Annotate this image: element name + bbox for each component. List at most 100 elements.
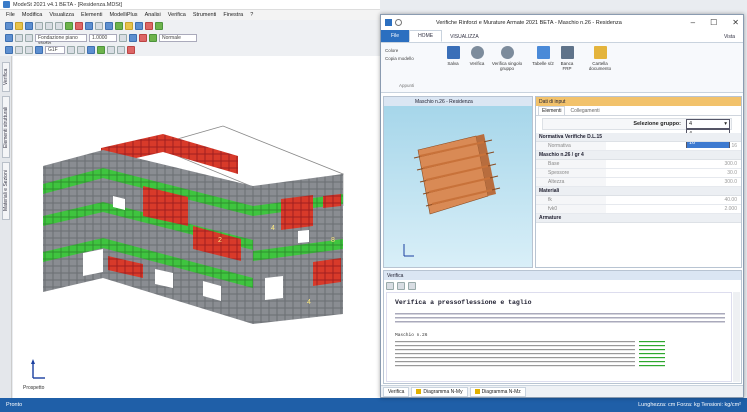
view-mode-select[interactable]: Normale [159,34,197,42]
select-icon[interactable] [95,22,103,30]
minimize-button[interactable]: – [691,18,695,27]
menu-elementi[interactable]: Elementi [81,12,102,18]
vtab-elementi-strutturali[interactable]: Elementi strutturali [2,96,10,158]
level-icon[interactable] [5,34,13,42]
measure-icon[interactable] [117,46,125,54]
menu-file[interactable]: File [6,12,15,18]
preview-canvas[interactable] [384,106,532,267]
ribbon-vista-menu[interactable]: Vista [716,32,743,42]
level-select[interactable]: 1.0000 [89,34,117,42]
report-scrollbar[interactable] [733,292,740,382]
run-icon[interactable] [115,22,123,30]
bottom-tab-diagram-nmz-label: Diagramma N-Mz [481,388,521,395]
wall-reinforcement-drawing [403,134,501,257]
combination-select[interactable]: G1F [45,46,65,54]
section-icon[interactable] [107,46,115,54]
main-title-bar: ModeSt 2021 v4.1 BETA - [Residenza.MDSt] [0,0,380,10]
category-maschio[interactable]: Maschio n.26 / gr 4 [536,151,741,160]
ribbon-tab-visualizza[interactable]: VISUALIZZA [442,32,487,42]
group-selector-label: Selezione gruppo: [633,121,681,127]
zoom-window-icon[interactable] [5,46,13,54]
group-select[interactable]: 4 ▾ [686,119,730,129]
menu-modelliplus[interactable]: ModelliPlus [109,12,137,18]
property-row[interactable]: fk 40.00 [536,196,741,205]
ribbon-tab-file[interactable]: File [381,30,410,42]
gear-icon [500,46,514,59]
ribbon-tab-home[interactable]: HOME [409,30,443,42]
view-side-icon[interactable] [77,46,85,54]
property-value: 16 [731,143,737,149]
render-icon[interactable] [149,34,157,42]
rotate-icon[interactable] [25,46,33,54]
export-icon[interactable] [408,282,416,290]
results-icon[interactable] [127,46,135,54]
frp-bank-button[interactable]: Banca FRP [556,46,578,71]
bottom-tab-verifica[interactable]: Verifica [383,386,410,397]
cut-icon[interactable] [45,22,53,30]
verify-button[interactable]: Verifica [466,46,488,66]
help-icon[interactable] [125,22,133,30]
view-front-icon[interactable] [67,46,75,54]
tab-collegamenti[interactable]: Collegamenti [567,107,602,115]
svg-text:4: 4 [307,299,311,306]
floor-select[interactable]: Fondazione piano stadio [35,34,87,47]
close-button[interactable]: ✕ [732,18,739,27]
element-icon[interactable] [65,22,73,30]
category-normativa[interactable]: Normativa Verifiche D.L.15 [536,133,741,142]
bottom-tab-diagram-nmy[interactable]: Diagramma N-My [411,386,468,397]
category-materiali[interactable]: Materiali [536,187,741,196]
save-button[interactable]: Salva [443,46,463,66]
delete-icon[interactable] [75,22,83,30]
floor-up-icon[interactable] [15,34,23,42]
vtab-materiali[interactable]: Materiali e Sezioni [2,162,10,220]
new-file-icon[interactable] [5,22,13,30]
zoom-in-icon[interactable] [129,34,137,42]
tables-button[interactable]: Tabelle s/2 [532,46,554,66]
save-icon[interactable] [25,22,33,30]
menu-modifica[interactable]: Modifica [22,12,42,18]
zoom-fit-icon[interactable] [119,34,127,42]
property-row[interactable]: fvk0 2.000 [536,205,741,214]
check-icon[interactable] [155,22,163,30]
layer-icon[interactable] [139,34,147,42]
input-panel-title: Dati di input [539,98,566,105]
menu-finestra[interactable]: Finestra [223,12,243,18]
category-armature[interactable]: Armature [536,214,741,223]
property-row[interactable]: Spessore 30.0 [536,169,741,178]
report-viewer[interactable]: Verifica a pressoflessione e taglio Masc… [386,292,732,382]
view-3d-icon[interactable] [105,22,113,30]
menu-help[interactable]: ? [250,12,253,18]
menu-analisi[interactable]: Analisi [145,12,161,18]
property-row[interactable]: Altezza 300.0 [536,178,741,187]
vtab-verifica[interactable]: Verifica [2,62,10,92]
document-folder-button[interactable]: Cartella documento [583,46,617,71]
zoom-all-icon[interactable] [35,46,43,54]
stop-icon[interactable] [145,22,153,30]
copy-icon[interactable] [55,22,63,30]
menu-visualizza[interactable]: Visualizza [49,12,74,18]
model-viewport[interactable]: 2 4 4 8 Prospetto [13,56,383,398]
menu-verifica[interactable]: Verifica [168,12,186,18]
tab-elementi[interactable]: Elementi [538,106,566,115]
print-icon[interactable] [35,22,43,30]
menu-strumenti[interactable]: Strumenti [193,12,217,18]
view-iso-icon[interactable] [97,46,105,54]
copy-model-command[interactable]: Copia modello [385,55,414,63]
property-row[interactable]: Normativa 16 [536,142,741,151]
save-label: Salva [447,61,459,66]
view-top-icon[interactable] [87,46,95,54]
settings-icon[interactable] [386,282,394,290]
verify-single-label: Verifica singolo gruppo [491,61,523,71]
property-row[interactable]: Base 300.0 [536,160,741,169]
quick-access-gear-icon[interactable] [395,19,402,26]
print-icon[interactable] [397,282,405,290]
open-folder-icon[interactable] [15,22,23,30]
settings-icon[interactable] [135,22,143,30]
floor-down-icon[interactable] [25,34,33,42]
pan-icon[interactable] [15,46,23,54]
maximize-button[interactable]: ☐ [710,18,717,27]
verify-single-group-button[interactable]: Verifica singolo gruppo [490,46,524,71]
color-command[interactable]: Colore [385,47,414,55]
bottom-tab-diagram-nmz[interactable]: Diagramma N-Mz [469,386,526,397]
grid-icon[interactable] [85,22,93,30]
